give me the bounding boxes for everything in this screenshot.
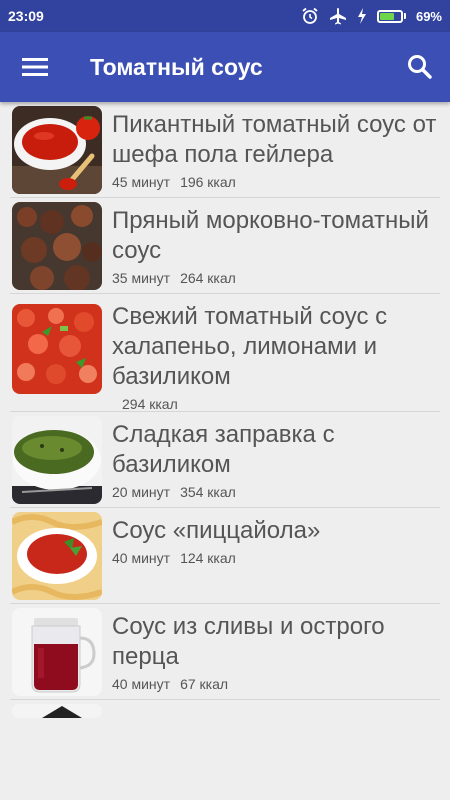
charging-icon [357, 8, 367, 24]
recipe-thumbnail [12, 608, 102, 696]
list-item[interactable]: Сладкая заправка с базиликом 20 минут 354… [10, 412, 440, 508]
search-icon [408, 55, 432, 79]
recipe-thumbnail [12, 416, 102, 504]
recipe-time: 40 минут [112, 550, 171, 566]
recipe-time: 45 минут [112, 174, 171, 190]
list-item-partial-bottom[interactable] [10, 700, 440, 730]
recipe-thumbnail [12, 704, 102, 718]
recipe-title: Сладкая заправка с базиликом [112, 421, 335, 478]
page-title: Томатный соус [90, 53, 263, 80]
recipe-title: Соус из сливы и острого перца [112, 613, 385, 670]
recipe-thumbnail [12, 202, 102, 290]
recipe-title: Пряный морковно-томатный соус [112, 207, 429, 264]
recipe-meta: 40 минут 67 ккал [112, 676, 440, 692]
recipe-title: Пикантный томатный соус от шефа пола гей… [112, 111, 437, 168]
recipe-meta: 35 минут 264 ккал [112, 270, 440, 286]
search-button[interactable] [390, 32, 450, 102]
recipe-title: Соус «пиццайола» [112, 517, 321, 544]
recipe-time: 20 минут [112, 484, 171, 500]
recipe-kcal: 264 ккал [180, 270, 236, 286]
recipe-kcal: 67 ккал [180, 676, 229, 692]
list-item[interactable]: Соус из сливы и острого перца 40 минут 67… [10, 604, 440, 700]
airplane-mode-icon [329, 7, 347, 25]
battery-icon [376, 9, 406, 23]
status-time: 23:09 [8, 8, 44, 24]
status-bar: 23:09 69% [0, 0, 450, 32]
recipe-meta: 294 ккал [112, 396, 440, 412]
recipe-time: 35 минут [112, 270, 171, 286]
recipe-title: Свежий томатный соус с халапеньо, лимона… [112, 303, 388, 390]
recipe-meta: 20 минут 354 ккал [112, 484, 440, 500]
recipe-time: 40 минут [112, 676, 171, 692]
recipe-meta: 45 минут 196 ккал [112, 174, 440, 190]
list-item[interactable]: Свежий томатный соус с халапеньо, лимона… [10, 294, 440, 412]
alarm-icon [301, 7, 319, 25]
list-item[interactable]: Пряный морковно-томатный соус 35 минут 26… [10, 198, 440, 294]
recipe-kcal: 124 ккал [180, 550, 236, 566]
recipe-meta: 40 минут 124 ккал [112, 550, 440, 566]
recipe-thumbnail [12, 512, 102, 600]
menu-button[interactable] [0, 32, 70, 102]
recipe-kcal: 294 ккал [122, 396, 178, 412]
list-item[interactable]: Соус «пиццайола» 40 минут 124 ккал [10, 508, 440, 604]
recipe-thumbnail [12, 304, 102, 394]
recipe-kcal: 354 ккал [180, 484, 236, 500]
menu-icon [22, 58, 48, 76]
recipe-list[interactable]: Пикантный томатный соус от шефа пола гей… [0, 102, 450, 800]
recipe-thumbnail [12, 106, 102, 194]
recipe-kcal: 196 ккал [180, 174, 236, 190]
app-bar: Томатный соус [0, 32, 450, 102]
battery-percentage: 69% [415, 8, 442, 24]
list-item[interactable]: Пикантный томатный соус от шефа пола гей… [10, 102, 440, 198]
status-icons: 69% [301, 7, 442, 25]
